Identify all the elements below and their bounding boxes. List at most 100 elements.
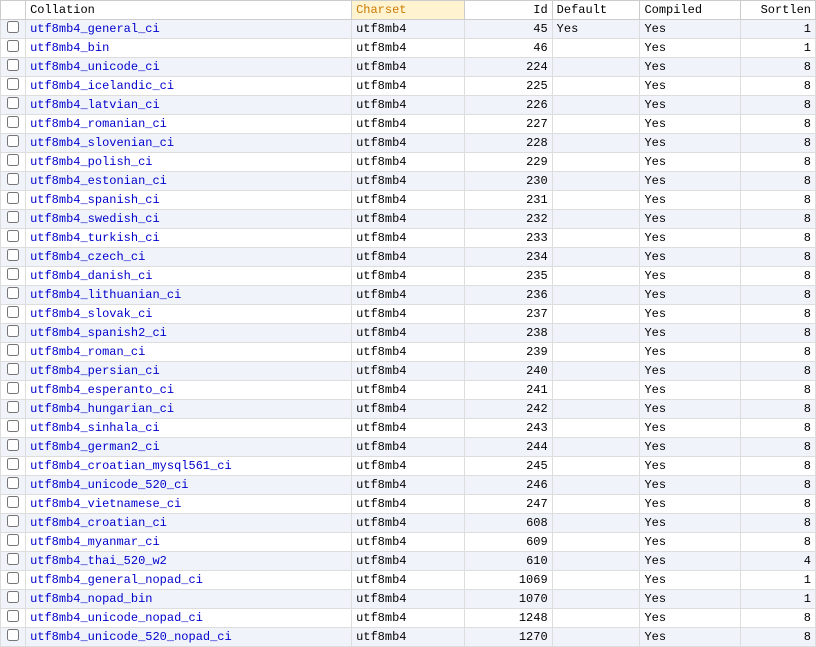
row-id: 46 — [464, 39, 552, 58]
row-checkbox[interactable] — [7, 21, 19, 33]
row-default: Yes — [552, 20, 640, 39]
row-checkbox[interactable] — [7, 458, 19, 470]
table-row: utf8mb4_slovenian_ciutf8mb4228Yes8 — [1, 134, 816, 153]
header-id[interactable]: Id — [464, 1, 552, 20]
row-checkbox[interactable] — [7, 420, 19, 432]
row-collation: utf8mb4_unicode_nopad_ci — [26, 609, 352, 628]
table-row: utf8mb4_estonian_ciutf8mb4230Yes8 — [1, 172, 816, 191]
row-collation: utf8mb4_lithuanian_ci — [26, 286, 352, 305]
row-checkbox[interactable] — [7, 610, 19, 622]
row-id: 246 — [464, 476, 552, 495]
id-header-label: Id — [533, 3, 547, 17]
row-charset: utf8mb4 — [352, 267, 465, 286]
row-checkbox-cell — [1, 609, 26, 628]
row-checkbox[interactable] — [7, 59, 19, 71]
row-checkbox[interactable] — [7, 268, 19, 280]
row-checkbox[interactable] — [7, 401, 19, 413]
row-charset: utf8mb4 — [352, 20, 465, 39]
row-collation: utf8mb4_slovak_ci — [26, 305, 352, 324]
row-default — [552, 362, 640, 381]
row-checkbox[interactable] — [7, 534, 19, 546]
row-default — [552, 343, 640, 362]
row-checkbox[interactable] — [7, 249, 19, 261]
row-checkbox-cell — [1, 400, 26, 419]
row-checkbox[interactable] — [7, 629, 19, 641]
row-charset: utf8mb4 — [352, 419, 465, 438]
row-checkbox[interactable] — [7, 477, 19, 489]
row-default — [552, 134, 640, 153]
row-checkbox[interactable] — [7, 173, 19, 185]
table-header-row: Collation Charset Id Default Compiled So… — [1, 1, 816, 20]
row-checkbox[interactable] — [7, 135, 19, 147]
row-checkbox[interactable] — [7, 382, 19, 394]
row-compiled: Yes — [640, 286, 740, 305]
table-row: utf8mb4_nopad_binutf8mb41070Yes1 — [1, 590, 816, 609]
row-collation: utf8mb4_unicode_ci — [26, 58, 352, 77]
row-compiled: Yes — [640, 438, 740, 457]
row-collation: utf8mb4_hungarian_ci — [26, 400, 352, 419]
row-charset: utf8mb4 — [352, 77, 465, 96]
row-sortlen: 8 — [740, 248, 815, 267]
row-default — [552, 96, 640, 115]
row-checkbox[interactable] — [7, 344, 19, 356]
row-checkbox[interactable] — [7, 515, 19, 527]
row-checkbox[interactable] — [7, 154, 19, 166]
row-charset: utf8mb4 — [352, 514, 465, 533]
row-compiled: Yes — [640, 191, 740, 210]
row-checkbox[interactable] — [7, 306, 19, 318]
row-checkbox[interactable] — [7, 192, 19, 204]
row-checkbox[interactable] — [7, 591, 19, 603]
row-checkbox-cell — [1, 229, 26, 248]
row-sortlen: 8 — [740, 362, 815, 381]
row-default — [552, 115, 640, 134]
row-checkbox-cell — [1, 58, 26, 77]
row-checkbox[interactable] — [7, 78, 19, 90]
row-id: 245 — [464, 457, 552, 476]
table-row: utf8mb4_romanian_ciutf8mb4227Yes8 — [1, 115, 816, 134]
row-checkbox[interactable] — [7, 496, 19, 508]
row-checkbox-cell — [1, 324, 26, 343]
row-checkbox-cell — [1, 533, 26, 552]
row-default — [552, 552, 640, 571]
row-charset: utf8mb4 — [352, 210, 465, 229]
row-checkbox[interactable] — [7, 363, 19, 375]
row-sortlen: 8 — [740, 134, 815, 153]
row-id: 225 — [464, 77, 552, 96]
row-id: 247 — [464, 495, 552, 514]
row-checkbox-cell — [1, 191, 26, 210]
row-sortlen: 8 — [740, 58, 815, 77]
row-checkbox[interactable] — [7, 439, 19, 451]
row-checkbox[interactable] — [7, 553, 19, 565]
row-collation: utf8mb4_unicode_520_ci — [26, 476, 352, 495]
header-charset[interactable]: Charset — [352, 1, 465, 20]
header-sortlen[interactable]: Sortlen — [740, 1, 815, 20]
row-checkbox[interactable] — [7, 325, 19, 337]
row-compiled: Yes — [640, 153, 740, 172]
header-default[interactable]: Default — [552, 1, 640, 20]
header-compiled[interactable]: Compiled — [640, 1, 740, 20]
row-checkbox-cell — [1, 153, 26, 172]
row-checkbox[interactable] — [7, 116, 19, 128]
row-checkbox[interactable] — [7, 230, 19, 242]
table-row: utf8mb4_spanish2_ciutf8mb4238Yes8 — [1, 324, 816, 343]
row-checkbox[interactable] — [7, 40, 19, 52]
row-default — [552, 39, 640, 58]
row-checkbox[interactable] — [7, 97, 19, 109]
row-checkbox[interactable] — [7, 287, 19, 299]
row-default — [552, 571, 640, 590]
row-id: 244 — [464, 438, 552, 457]
row-compiled: Yes — [640, 343, 740, 362]
row-sortlen: 8 — [740, 628, 815, 647]
row-checkbox[interactable] — [7, 572, 19, 584]
default-header-label: Default — [557, 3, 607, 17]
row-checkbox-cell — [1, 590, 26, 609]
row-default — [552, 286, 640, 305]
header-collation[interactable]: Collation — [26, 1, 352, 20]
row-compiled: Yes — [640, 267, 740, 286]
row-checkbox[interactable] — [7, 211, 19, 223]
table-row: utf8mb4_hungarian_ciutf8mb4242Yes8 — [1, 400, 816, 419]
row-default — [552, 533, 640, 552]
row-charset: utf8mb4 — [352, 153, 465, 172]
row-charset: utf8mb4 — [352, 628, 465, 647]
row-compiled: Yes — [640, 476, 740, 495]
